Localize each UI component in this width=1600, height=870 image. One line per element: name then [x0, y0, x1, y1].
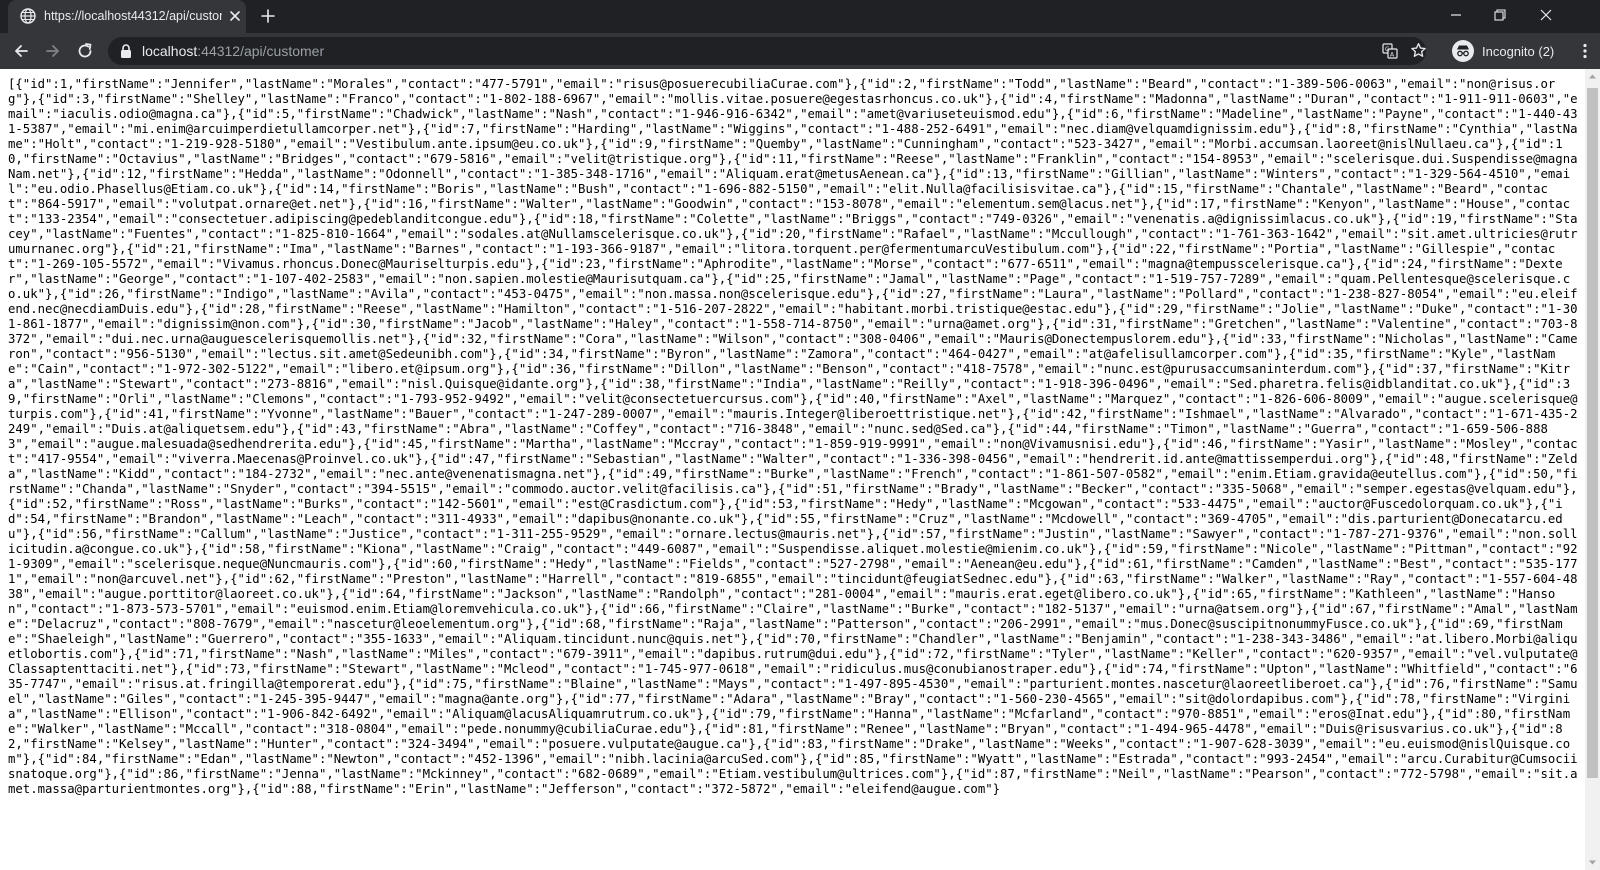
url-host: localhost: [142, 43, 198, 59]
active-tab[interactable]: https://localhost44312/api/customer: [8, 0, 246, 33]
scrollbar-thumb[interactable]: [1587, 88, 1598, 778]
scroll-down-arrow-icon[interactable]: [1585, 855, 1600, 870]
forward-arrow-icon[interactable]: [44, 42, 62, 60]
incognito-label: Incognito (2): [1482, 43, 1555, 59]
close-icon[interactable]: [228, 9, 242, 23]
back-arrow-icon[interactable]: [12, 42, 30, 60]
scroll-up-arrow-icon[interactable]: [1585, 69, 1600, 84]
page-viewport: [{"id":1,"firstName":"Jennifer","lastNam…: [0, 69, 1600, 870]
json-response-text: [{"id":1,"firstName":"Jennifer","lastNam…: [8, 77, 1578, 796]
address-bar[interactable]: localhost:44312/api/customer G A: [108, 37, 1426, 65]
tab-title: https://localhost44312/api/customer: [44, 9, 222, 23]
kebab-menu-icon[interactable]: [1576, 42, 1594, 60]
incognito-profile-button[interactable]: Incognito (2): [1446, 37, 1564, 65]
vertical-scrollbar[interactable]: [1585, 69, 1600, 870]
translate-icon[interactable]: G A: [1382, 43, 1398, 59]
tab-strip: https://localhost44312/api/customer: [0, 0, 1600, 33]
url-text[interactable]: localhost:44312/api/customer: [142, 43, 324, 59]
minimize-icon[interactable]: [1448, 7, 1464, 23]
browser-toolbar: localhost:44312/api/customer G A Incogni…: [0, 33, 1600, 69]
url-path: :44312/api/customer: [197, 43, 325, 59]
globe-icon: [20, 8, 36, 24]
lock-icon[interactable]: [120, 44, 132, 58]
star-icon[interactable]: [1410, 42, 1427, 59]
reload-icon[interactable]: [76, 42, 94, 60]
window-close-icon[interactable]: [1538, 7, 1554, 23]
incognito-icon: [1452, 40, 1474, 62]
plus-icon[interactable]: [260, 8, 276, 24]
restore-icon[interactable]: [1492, 7, 1508, 23]
